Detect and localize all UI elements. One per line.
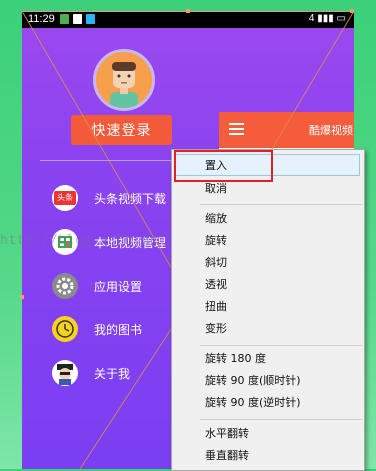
menu-item-rotate[interactable]: 旋转 (205, 232, 227, 250)
toutiao-badge-text: 头条 (54, 191, 76, 205)
avatar[interactable] (93, 49, 155, 111)
status-signal-battery: 4 ▮▮▮ ▭ (308, 13, 346, 24)
menu-item-perspective[interactable]: 透视 (205, 276, 227, 294)
avatar-person-icon (52, 360, 78, 386)
menu-separator (200, 204, 362, 205)
panel-header: 酷爆视频 (219, 112, 354, 148)
menu-item-rotate-90-cw[interactable]: 旋转 90 度(顺时针) (205, 372, 301, 390)
hamburger-menu-icon[interactable] (229, 123, 244, 135)
panel-title: 酷爆视频 (309, 124, 353, 137)
guide-handle (186, 9, 190, 13)
avatar-person-icon (96, 52, 152, 108)
highlight-annotation-box (174, 150, 273, 182)
menu-item-rotate-90-ccw[interactable]: 旋转 90 度(逆时针) (205, 394, 301, 412)
menu-item-skew[interactable]: 斜切 (205, 254, 227, 272)
notification-icon (86, 14, 95, 24)
guide-handle (350, 9, 354, 13)
status-time: 11:29 (28, 13, 55, 25)
notification-icon (60, 14, 69, 24)
toutiao-red-icon: 头条 (52, 185, 78, 211)
menu-item-label: 头条视频下载 (94, 192, 167, 206)
book-clock-icon (52, 316, 78, 342)
menu-item-flip-horizontal[interactable]: 水平翻转 (205, 425, 249, 443)
menu-item-label: 关于我 (94, 367, 131, 381)
menu-item-cancel[interactable]: 取消 (205, 180, 227, 198)
menu-item-scale[interactable]: 缩放 (205, 210, 227, 228)
menu-separator (200, 345, 362, 346)
guide-handle (20, 295, 24, 299)
menu-separator (200, 419, 362, 420)
status-bar: 11:29 4 ▮▮▮ ▭ (22, 11, 354, 28)
quick-login-button[interactable]: 快速登录 (71, 115, 172, 145)
menu-item-label: 我的图书 (94, 323, 143, 337)
gear-icon (52, 273, 78, 299)
menu-item-label: 应用设置 (94, 280, 143, 294)
menu-item-rotate-180[interactable]: 旋转 180 度 (205, 350, 266, 368)
menu-item-distort[interactable]: 扭曲 (205, 298, 227, 316)
menu-item-flip-vertical[interactable]: 垂直翻转 (205, 447, 249, 465)
menu-item-warp[interactable]: 变形 (205, 320, 227, 338)
context-menu: 置入 取消 缩放 旋转 斜切 透视 扭曲 变形 旋转 180 度 旋转 90 度… (171, 149, 365, 471)
notification-icon (73, 14, 82, 24)
